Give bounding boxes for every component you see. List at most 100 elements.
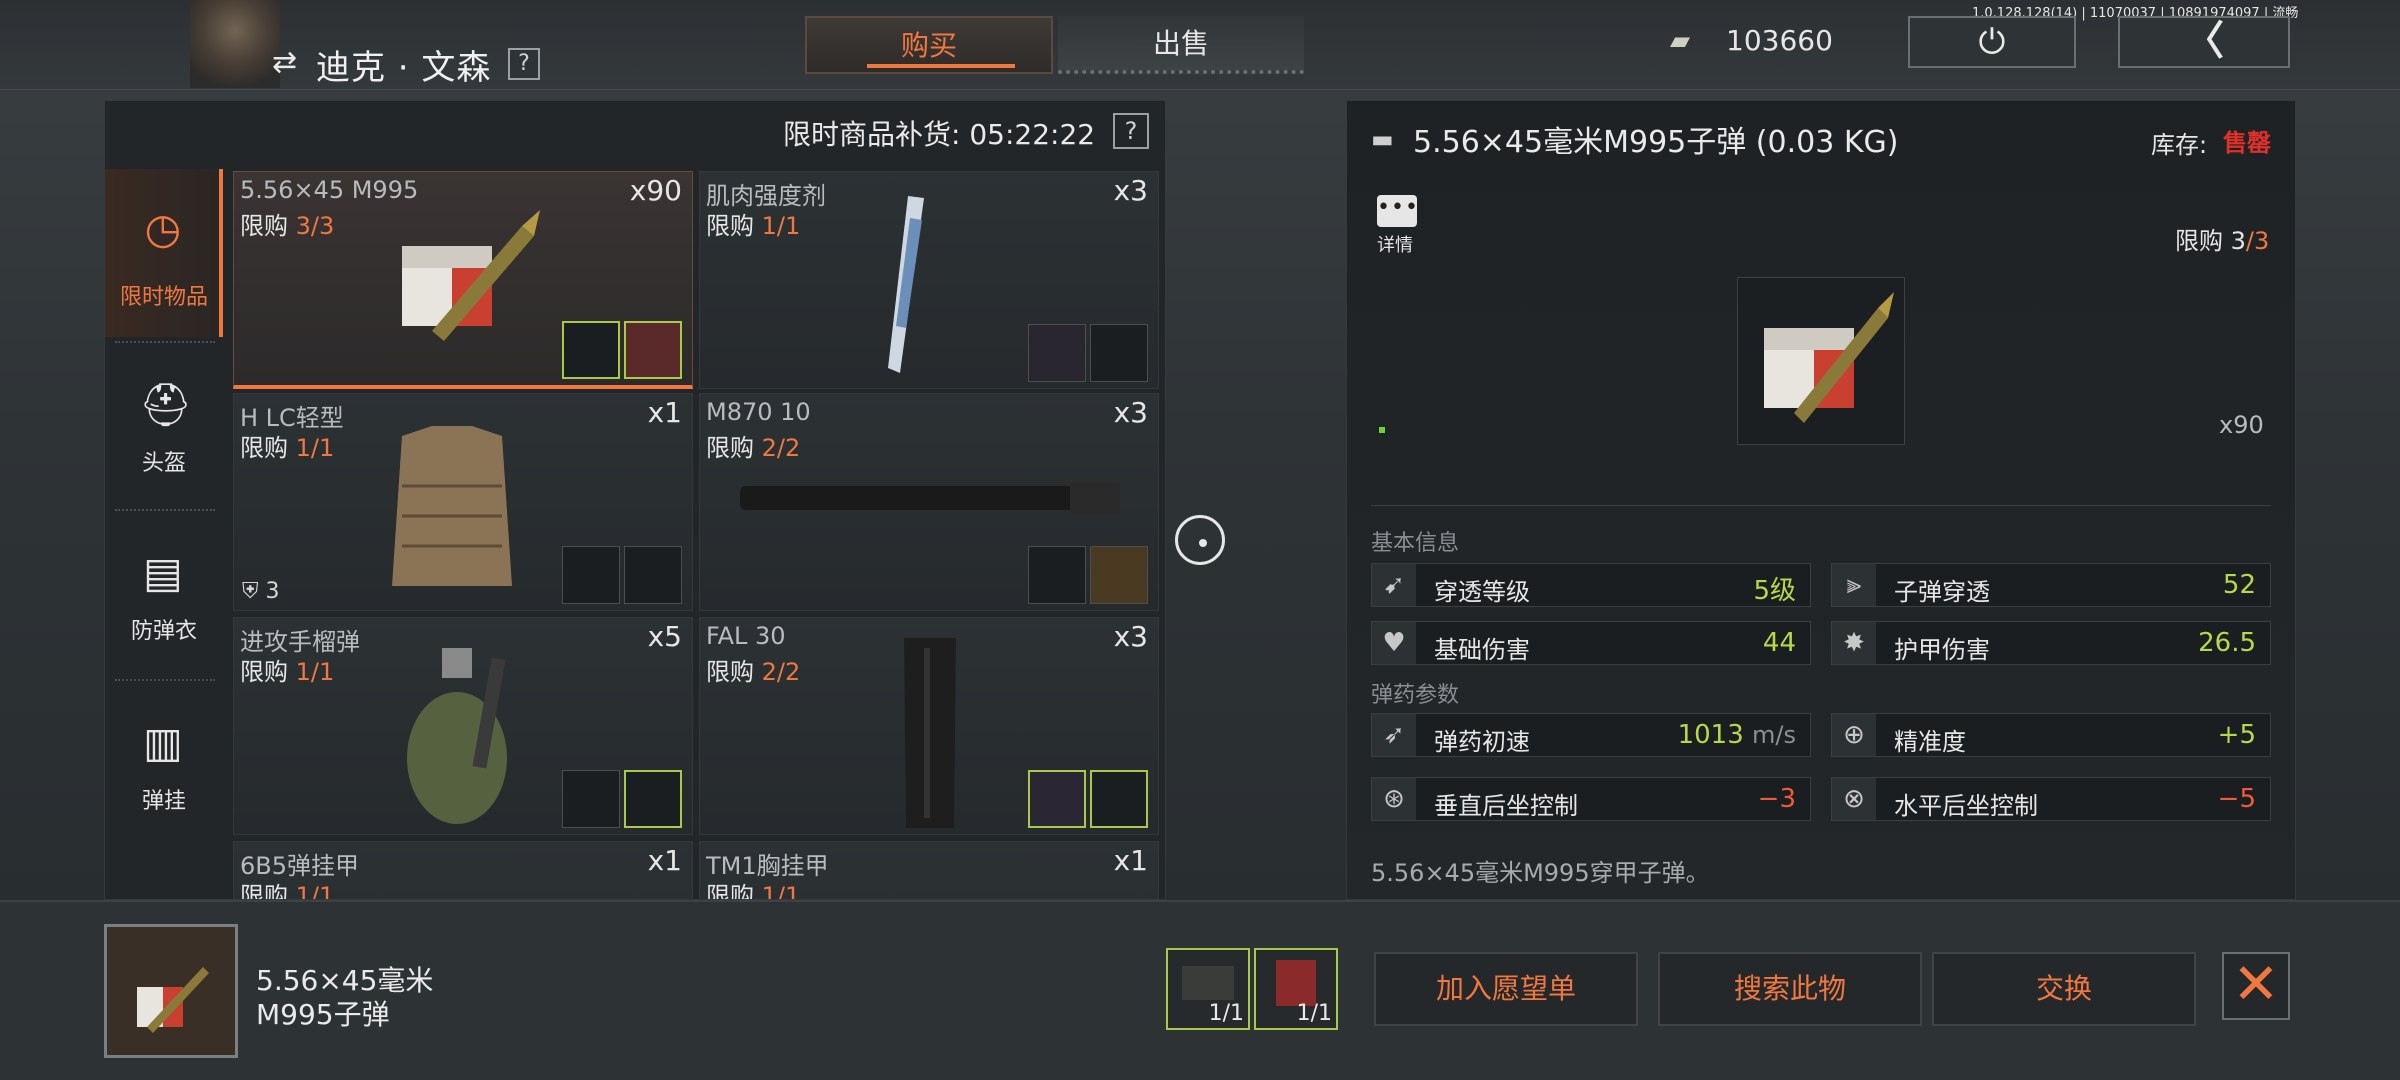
restock-help-button[interactable]: ? — [1113, 113, 1149, 149]
section-title: 弹药参数 — [1371, 683, 1460, 708]
trader-help-button[interactable]: ? — [508, 48, 540, 80]
item-quantity: x3 — [1113, 174, 1148, 207]
more-icon: ••• — [1377, 195, 1418, 227]
stat-vertical-recoil: ⊛ 垂直后坐控制 −3 — [1371, 777, 1811, 821]
stat-penetration-level: ➹ 穿透等级 5级 — [1371, 563, 1811, 607]
shop-item-6b5[interactable]: 6B5弹挂甲 限购 1/1 x1 — [233, 841, 693, 899]
item-quantity: x1 — [647, 396, 682, 429]
trade-cost-item-1[interactable]: 1/1 — [1166, 948, 1250, 1030]
power-icon: ⏻ — [1978, 22, 2006, 62]
trader-name: 迪克 · 文森 — [316, 48, 492, 88]
vertical-recoil-icon: ⊛ — [1372, 778, 1416, 820]
tab-sell[interactable]: 出售 — [1058, 16, 1304, 74]
category-rig[interactable]: ▥ 弹挂 — [105, 683, 223, 851]
helmet-icon: ⛑ — [139, 380, 193, 429]
preview-quantity: x90 — [2219, 411, 2264, 439]
swap-icon[interactable]: ⇄ — [272, 46, 306, 80]
item-limit: 限购 1/1 — [240, 658, 335, 686]
close-icon: ✕ — [2232, 952, 2280, 1017]
stock-status: 售罄 — [2223, 129, 2271, 157]
item-quantity: x3 — [1113, 396, 1148, 429]
category-divider — [115, 341, 215, 343]
trade-requirement-2[interactable] — [1090, 324, 1148, 382]
trade-requirement-1[interactable] — [1028, 770, 1086, 828]
trade-requirement-1[interactable] — [1028, 546, 1086, 604]
trade-requirement-1[interactable] — [562, 321, 620, 379]
stat-horizontal-recoil: ⊗ 水平后坐控制 −5 — [1831, 777, 2271, 821]
trade-cost-item-2[interactable]: 1/1 — [1254, 948, 1338, 1030]
category-label: 防弹衣 — [130, 619, 197, 644]
shop-panel: 限时商品补货: 05:22:22 ? ◷ 限时物品 ⛑ 头盔 ▤ 防弹衣 ▥ 弹… — [104, 100, 1166, 900]
item-limit: 限购 2/2 — [706, 434, 801, 462]
trade-requirement-2[interactable] — [1090, 546, 1148, 604]
money-amount: 103660 — [1726, 24, 1833, 57]
shop-item-m870[interactable]: M870 10 限购 2/2 x3 — [699, 393, 1159, 611]
trade-requirement-2[interactable] — [624, 546, 682, 604]
bullet-icon: ▬ — [1371, 125, 1394, 153]
trader-avatar — [190, 0, 280, 88]
broken-heart-icon: ♥ — [1372, 622, 1416, 664]
magazine-tube-icon — [740, 482, 1120, 514]
category-label: 头盔 — [141, 451, 186, 476]
vest-icon: ▤ — [143, 548, 183, 597]
back-button[interactable]: 〈 — [2118, 16, 2290, 68]
shop-item-grenade[interactable]: 进攻手榴弹 限购 1/1 x5 — [233, 617, 693, 835]
trade-requirement-2[interactable] — [1090, 770, 1148, 828]
search-item-button[interactable]: 搜索此物 — [1658, 952, 1922, 1026]
item-preview — [1737, 277, 1905, 445]
ammo-box-icon — [137, 967, 209, 1033]
stat-accuracy: ⊕ 精准度 +5 — [1831, 713, 2271, 757]
item-name: FAL 30 — [706, 622, 786, 650]
category-limited[interactable]: ◷ 限时物品 — [105, 169, 223, 337]
ammo-box-icon — [402, 210, 540, 341]
tab-buy[interactable]: 购买 — [805, 16, 1053, 74]
status-indicator — [1379, 427, 1385, 433]
ammo-box-icon — [1764, 292, 1894, 423]
category-helmet[interactable]: ⛑ 头盔 — [105, 345, 223, 513]
item-quantity: x3 — [1113, 620, 1148, 653]
injector-icon — [888, 196, 924, 373]
close-button[interactable]: ✕ — [2222, 952, 2290, 1020]
item-quantity: x1 — [647, 844, 682, 877]
item-limit: 限购 1/1 — [706, 882, 801, 900]
trade-requirement-1[interactable] — [562, 546, 620, 604]
item-limit: 限购 1/1 — [240, 434, 335, 462]
divider — [1371, 505, 2271, 506]
item-limit: 限购 3/3 — [240, 212, 335, 240]
shop-item-muscle[interactable]: 肌肉强度剂 限购 1/1 x3 — [699, 171, 1159, 389]
bullet-penetration-icon: ⫸ — [1832, 564, 1876, 606]
clock-icon: ◷ — [144, 204, 182, 253]
shop-item-tm1[interactable]: TM1胸挂甲 限购 1/1 x1 — [699, 841, 1159, 900]
restock-timer: 限时商品补货: 05:22:22 — [783, 118, 1096, 151]
shop-item-m995[interactable]: 5.56×45 M995 限购 3/3 x90 — [233, 171, 693, 389]
shop-item-fal-mag[interactable]: FAL 30 限购 2/2 x3 — [699, 617, 1159, 835]
category-label: 限时物品 — [119, 285, 208, 310]
accuracy-icon: ⊕ — [1832, 714, 1876, 756]
stock-label: 库存: — [2151, 131, 2208, 159]
stat-armor-damage: ✸ 护甲伤害 26.5 — [1831, 621, 2271, 665]
money-icon: ▰ — [1670, 26, 1690, 56]
item-description: 5.56×45毫米M995穿甲子弹。 — [1371, 859, 1710, 887]
category-armor[interactable]: ▤ 防弹衣 — [105, 513, 223, 681]
armor-class: ⛨ 3 — [242, 579, 280, 604]
chest-rig-icon: ▥ — [143, 718, 183, 767]
section-title: 基本信息 — [1371, 531, 1460, 556]
selected-item-name: 5.56×45毫米 M995子弹 — [256, 964, 434, 1031]
trade-requirement-2[interactable] — [624, 770, 682, 828]
exchange-button[interactable]: 交换 — [1932, 952, 2196, 1026]
power-button[interactable]: ⏻ — [1908, 16, 2076, 68]
add-to-wishlist-button[interactable]: 加入愿望单 — [1374, 952, 1638, 1026]
trade-requirement-1[interactable] — [562, 770, 620, 828]
item-quantity: x5 — [647, 620, 682, 653]
detail-title: 5.56×45毫米M995子弹 (0.03 KG) — [1413, 125, 1899, 160]
grenade-icon — [407, 648, 507, 824]
item-name: 5.56×45 M995 — [240, 176, 419, 204]
penetration-icon: ➹ — [1372, 564, 1416, 606]
purchase-limit: 限购 3/3 — [2175, 227, 2270, 255]
trade-requirement-1[interactable] — [1028, 324, 1086, 382]
trade-requirement-2[interactable] — [624, 321, 682, 379]
item-detail-panel: ▬ 5.56×45毫米M995子弹 (0.03 KG) 库存: 售罄 ••• 详… — [1346, 100, 2296, 900]
stat-bullet-penetration: ⫸ 子弹穿透 52 — [1831, 563, 2271, 607]
shop-item-hlc[interactable]: H LC轻型 限购 1/1 x1 ⛨ 3 — [233, 393, 693, 611]
details-button[interactable]: ••• 详情 — [1377, 195, 1421, 256]
